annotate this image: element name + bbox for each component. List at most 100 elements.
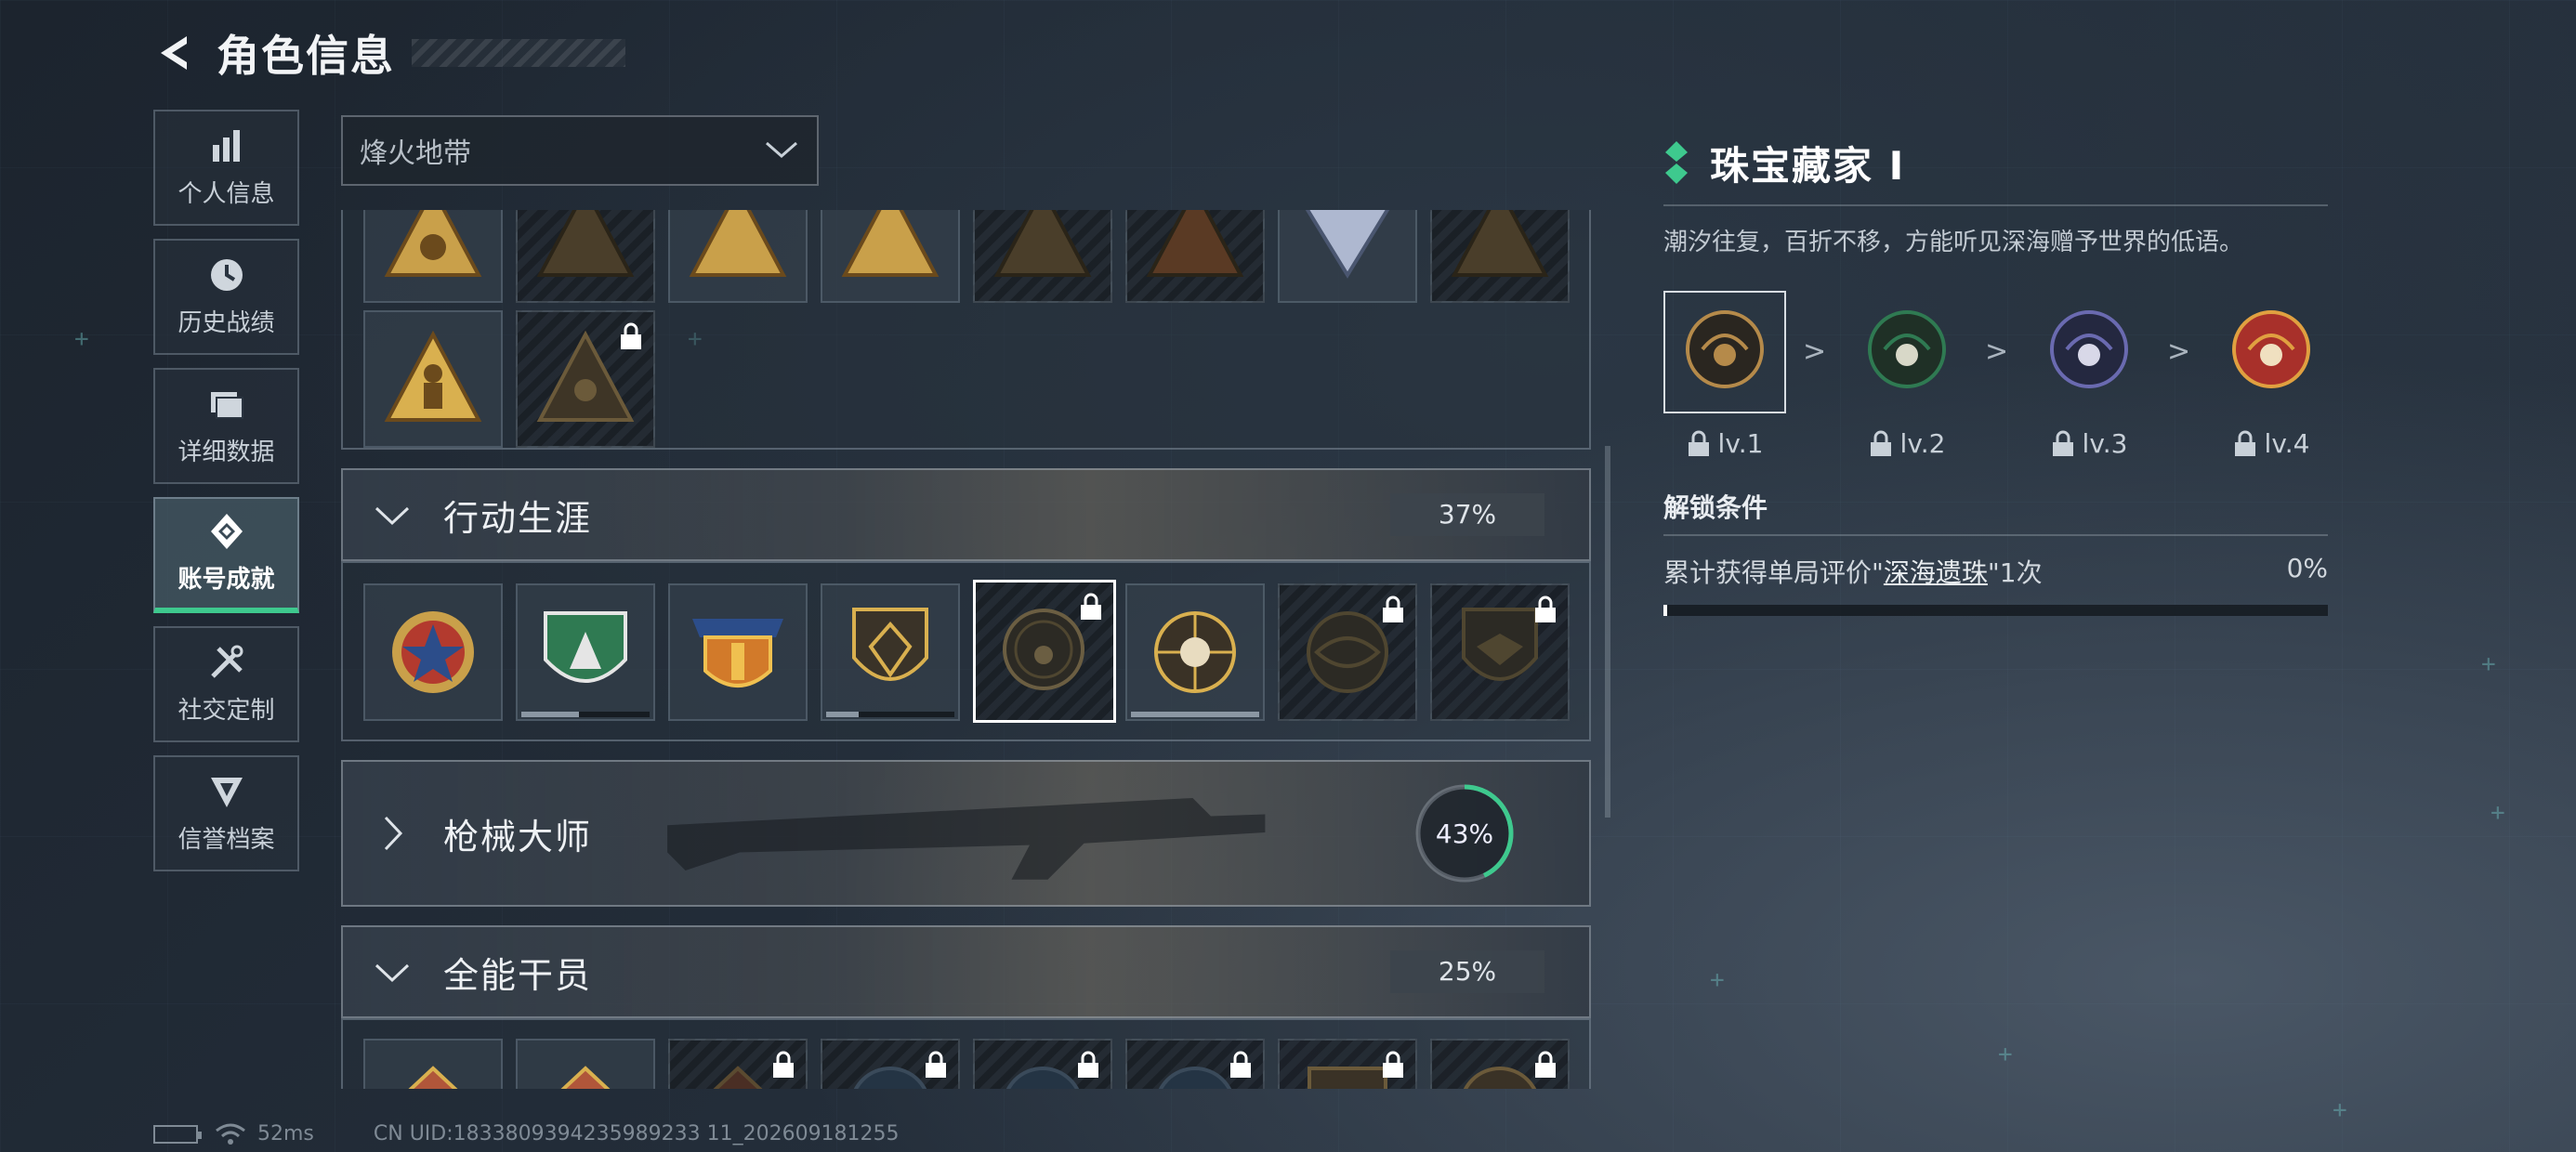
lock-icon [1081,593,1101,620]
section-header-weapon-master[interactable]: 枪械大师 43% [341,760,1591,907]
achievement-tile[interactable] [821,583,960,721]
level-1[interactable]: lv.1 [1663,291,1786,459]
level-badge-frame [2028,291,2150,413]
level-label: lv.1 [1717,428,1764,459]
sidebar-item-label: 账号成就 [177,566,275,594]
lock-icon [1383,596,1403,622]
chevron-down-icon [375,963,410,983]
plus-marker: + [2481,650,2496,678]
bar-chart-icon [212,130,240,162]
sidebar-item-label: 详细数据 [177,439,275,466]
level-badge-frame [1846,291,1968,413]
sidebar-item-label: 历史战绩 [177,309,275,337]
scrollbar[interactable] [1605,446,1610,818]
achievement-tile[interactable] [516,1039,655,1089]
tools-icon [210,645,243,678]
sidebar-item-achievements[interactable]: 账号成就 [153,497,299,613]
diamond-marker-icon [1665,141,1688,184]
section-title: 全能干员 [443,954,593,996]
achievement-tile[interactable] [516,310,655,448]
level-label: lv.2 [1899,428,1946,459]
achievement-tile[interactable] [1430,210,1570,303]
section-header-all-round-operator[interactable]: 全能干员 25% [341,925,1591,1018]
condition-progress: 0% [2286,553,2328,583]
sidebar-item-credit[interactable]: 信誉档案 [153,755,299,871]
section-header-career[interactable]: 行动生涯 37% [341,468,1591,561]
achievement-grid-operator [341,1018,1591,1089]
section-title: 枪械大师 [443,816,593,857]
level-4[interactable]: lv.4 [2210,291,2333,459]
section-progress: 37% [1390,493,1544,536]
achievement-description: 潮汐往复，百折不移，方能听见深海赠予世界的低语。 [1663,229,2244,256]
achievement-tile[interactable] [821,1039,960,1089]
achievement-tile[interactable] [668,583,808,721]
sidebar-item-personal-info[interactable]: 个人信息 [153,110,299,226]
mode-select-value: 烽火地带 [360,137,471,170]
level-2[interactable]: lv.2 [1846,291,1968,459]
lock-icon [1688,430,1709,456]
battery-icon [153,1124,202,1144]
level-badge-frame [1663,291,1786,413]
tile-progress-bar [521,712,650,717]
plus-marker: + [1710,966,1725,994]
pearl-badge-blue-icon [2050,310,2128,388]
triangle-badge-icon [993,210,1092,277]
mode-select[interactable]: 烽火地带 [341,115,819,186]
achievement-tile-selected[interactable] [973,580,1116,723]
condition-suffix: "1次 [1987,557,2043,588]
tile-progress-bar [1131,712,1259,717]
pearl-badge-bronze-icon [1686,310,1764,388]
lock-icon [1870,430,1891,456]
achievement-tile[interactable] [1430,583,1570,721]
back-arrow-icon [161,36,187,70]
level-arrow: > [1985,335,2009,368]
ping-readout: 52ms [257,1122,314,1145]
achievement-tile[interactable] [973,1039,1112,1089]
plus-marker: + [2491,799,2505,827]
diamond-badge-icon [1305,210,1390,279]
divider [1663,534,2328,536]
lock-icon [2234,430,2255,456]
achievement-tile[interactable] [363,210,503,303]
chevron-right-icon [384,816,403,851]
achievement-tile[interactable] [668,1039,808,1089]
progress-ring: 43% [1413,781,1517,885]
achievement-tile[interactable] [516,583,655,721]
wing-shield-icon [692,619,783,687]
achievement-tile[interactable] [1278,1039,1417,1089]
lock-icon [773,1051,794,1078]
back-button[interactable] [153,33,194,73]
wifi-icon [216,1123,245,1145]
uid-readout: CN UID:1833809394235989233 11_2026091812… [373,1122,900,1145]
achievement-tile[interactable] [1278,583,1417,721]
section-progress: 43% [1435,818,1494,849]
sidebar-item-social[interactable]: 社交定制 [153,626,299,742]
achievement-tile[interactable] [1430,1039,1570,1089]
page-header: 角色信息 [153,20,625,85]
level-arrow: > [2167,335,2191,368]
level-3[interactable]: lv.3 [2028,291,2150,459]
sidebar-item-detailed-data[interactable]: 详细数据 [153,368,299,484]
achievement-tile[interactable] [363,583,503,721]
achievement-tile[interactable] [1125,1039,1265,1089]
achievement-tile[interactable] [516,210,655,303]
level-track: lv.1 > lv.2 > lv.3 > lv.4 [1663,291,2328,467]
condition-link[interactable]: 深海遗珠 [1884,557,1988,588]
sidebar: 个人信息 历史战绩 详细数据 账号成就 社交定制 信誉档案 [153,110,299,884]
achievement-tile[interactable] [363,310,503,448]
sidebar-item-history[interactable]: 历史战绩 [153,239,299,355]
achievement-tile[interactable] [668,210,808,303]
pearl-badge-red-icon [2232,310,2310,388]
level-arrow: > [1803,335,1827,368]
achievement-tile[interactable] [363,1039,503,1089]
achievement-tile[interactable] [973,210,1112,303]
achievement-tile[interactable] [1278,210,1417,303]
achievement-tile[interactable] [1125,210,1265,303]
achievement-tile[interactable] [1125,583,1265,721]
chevron-down-icon [766,141,797,158]
skull-target-icon [1154,611,1236,693]
lock-icon [1078,1051,1098,1078]
achievement-tile[interactable] [821,210,960,303]
star-medal-icon [392,611,474,693]
achievement-list[interactable]: 行动生涯 37% 枪械大师 43% 全能干员 25% [341,210,1591,1089]
